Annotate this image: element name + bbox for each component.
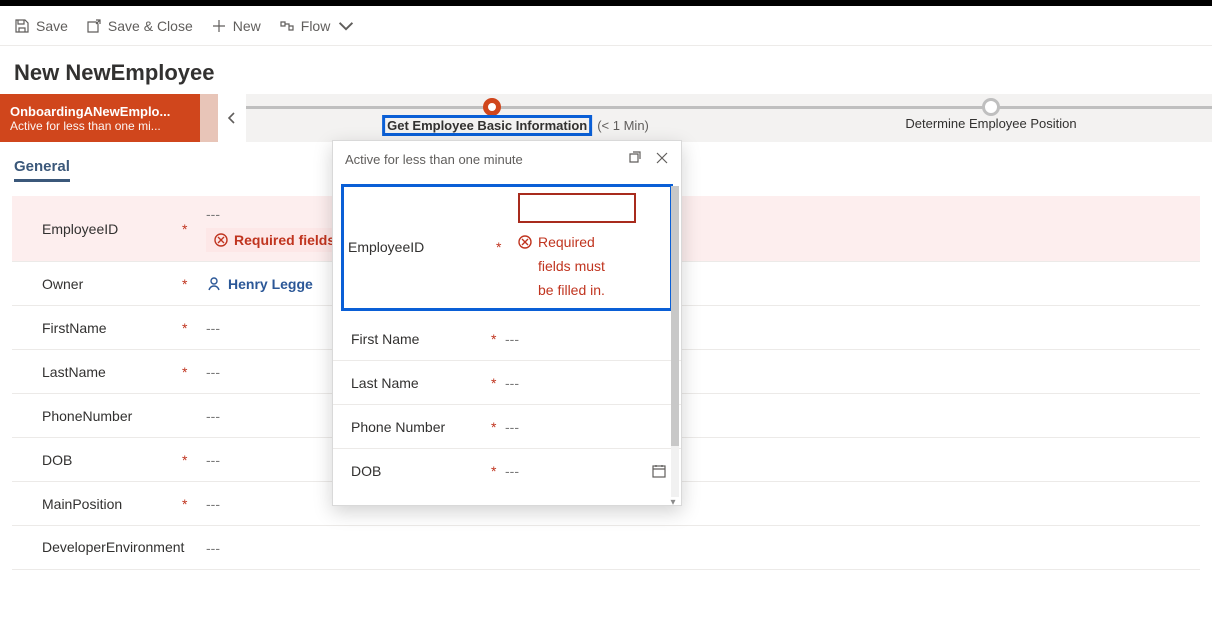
fly-firstname[interactable]: First Name * ---: [333, 317, 681, 361]
flow-label: Flow: [301, 18, 331, 34]
flow-icon: [279, 18, 295, 34]
field-value: ---: [206, 364, 220, 380]
field-error: Required fields: [206, 228, 343, 252]
required-marker: *: [182, 364, 200, 380]
bpf-status: Active for less than one mi...: [10, 119, 190, 133]
field-label: DOB: [12, 452, 182, 468]
close-icon: [655, 151, 669, 165]
field-value: ---: [206, 540, 220, 556]
fly-lastname[interactable]: Last Name * ---: [333, 361, 681, 405]
required-marker: *: [182, 276, 200, 292]
field-value: ---: [206, 320, 220, 336]
flyout-body: EmployeeID * Required fields must be fil…: [333, 178, 681, 505]
field-value: ---: [206, 206, 343, 222]
flyout-status: Active for less than one minute: [345, 152, 523, 167]
field-label: Phone Number: [351, 419, 491, 435]
plus-icon: [211, 18, 227, 34]
bpf-track: Get Employee Basic Information (< 1 Min)…: [246, 94, 1212, 142]
field-label: First Name: [351, 331, 491, 347]
person-icon: [206, 276, 222, 292]
flyout-header: Active for less than one minute: [333, 141, 681, 178]
bpf-row: OnboardingANewEmplo... Active for less t…: [0, 94, 1212, 142]
required-marker: *: [491, 331, 505, 347]
save-button[interactable]: Save: [14, 18, 68, 34]
field-label: PhoneNumber: [12, 408, 182, 424]
required-marker: *: [182, 221, 200, 237]
fly-employee-id-label: EmployeeID: [348, 193, 488, 255]
required-marker: *: [491, 463, 505, 479]
field-label: LastName: [12, 364, 182, 380]
required-marker: *: [182, 452, 200, 468]
bpf-name: OnboardingANewEmplo...: [10, 104, 190, 119]
required-marker: *: [182, 496, 200, 512]
flyout-scroll-down[interactable]: ▾: [667, 495, 679, 509]
owner-name: Henry Legge: [228, 276, 313, 292]
new-button[interactable]: New: [211, 18, 261, 34]
bpf-process-pill[interactable]: OnboardingANewEmplo... Active for less t…: [0, 94, 200, 142]
field-label: Owner: [12, 276, 182, 292]
field-label: EmployeeID: [12, 221, 182, 237]
field-label: MainPosition: [12, 496, 182, 512]
calendar-icon[interactable]: [651, 463, 667, 479]
page-title: New NewEmployee: [0, 46, 1212, 94]
error-icon: [214, 233, 228, 247]
employee-id-highlight: EmployeeID * Required fields must be fil…: [341, 184, 673, 311]
owner-link[interactable]: Henry Legge: [206, 276, 313, 292]
field-value: ---: [206, 408, 220, 424]
field-label: Last Name: [351, 375, 491, 391]
field-value: ---: [505, 331, 519, 347]
tab-general[interactable]: General: [14, 158, 70, 182]
chevron-left-icon: [226, 111, 238, 125]
required-marker: *: [496, 193, 510, 255]
bpf-stage1-node[interactable]: [483, 98, 501, 116]
field-label: DeveloperEnvironment: [12, 539, 182, 556]
required-marker: *: [491, 375, 505, 391]
field-value: ---: [206, 496, 220, 512]
field-devenv[interactable]: DeveloperEnvironment ---: [12, 526, 1200, 570]
stage-flyout: Active for less than one minute Employee…: [332, 140, 682, 506]
bpf-pill-tail: [200, 94, 218, 142]
save-close-icon: [86, 18, 102, 34]
employee-id-input[interactable]: [518, 193, 636, 223]
new-label: New: [233, 18, 261, 34]
bpf-stage2-label[interactable]: Determine Employee Position: [905, 116, 1076, 131]
save-close-button[interactable]: Save & Close: [86, 18, 193, 34]
close-button[interactable]: [655, 151, 669, 168]
fly-phone[interactable]: Phone Number * ---: [333, 405, 681, 449]
save-label: Save: [36, 18, 68, 34]
bpf-line: [246, 106, 1212, 109]
field-label: DOB: [351, 463, 491, 479]
command-bar: Save Save & Close New Flow: [0, 6, 1212, 46]
chevron-down-icon: [338, 18, 354, 34]
error-icon: [518, 235, 532, 249]
bpf-prev-button[interactable]: [218, 94, 246, 142]
field-value: ---: [505, 419, 519, 435]
field-label: FirstName: [12, 320, 182, 336]
fly-dob[interactable]: DOB * ---: [333, 449, 681, 493]
save-close-label: Save & Close: [108, 18, 193, 34]
save-icon: [14, 18, 30, 34]
required-marker: *: [182, 320, 200, 336]
flyout-scrollbar-thumb[interactable]: [671, 186, 679, 446]
field-value: ---: [505, 463, 519, 479]
required-marker: *: [491, 419, 505, 435]
bpf-stage1-label[interactable]: Get Employee Basic Information: [383, 116, 591, 135]
popout-button[interactable]: [627, 151, 641, 168]
bpf-stage2-node[interactable]: [982, 98, 1000, 116]
popout-icon: [627, 151, 641, 165]
employee-id-error: Required fields must be filled in.: [518, 231, 666, 302]
field-value: ---: [206, 452, 220, 468]
flow-button[interactable]: Flow: [279, 18, 355, 34]
bpf-stage1-duration: (< 1 Min): [597, 118, 649, 133]
field-value: ---: [505, 375, 519, 391]
